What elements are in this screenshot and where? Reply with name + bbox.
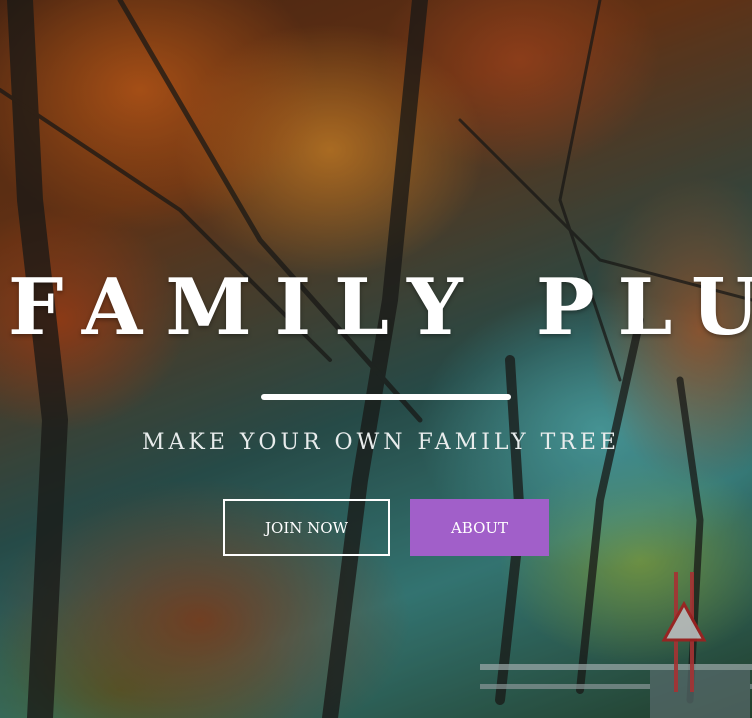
hero-section: FAMILY PLUS MAKE YOUR OWN FAMILY TREE JO… — [0, 0, 752, 718]
join-now-button[interactable]: JOIN NOW — [223, 499, 390, 556]
hero-title: FAMILY PLUS — [8, 262, 752, 353]
title-divider — [261, 394, 511, 400]
hero-subtitle: MAKE YOUR OWN FAMILY TREE — [142, 430, 620, 455]
hero-content: FAMILY PLUS MAKE YOUR OWN FAMILY TREE JO… — [0, 0, 752, 718]
about-button[interactable]: ABOUT — [410, 499, 549, 556]
